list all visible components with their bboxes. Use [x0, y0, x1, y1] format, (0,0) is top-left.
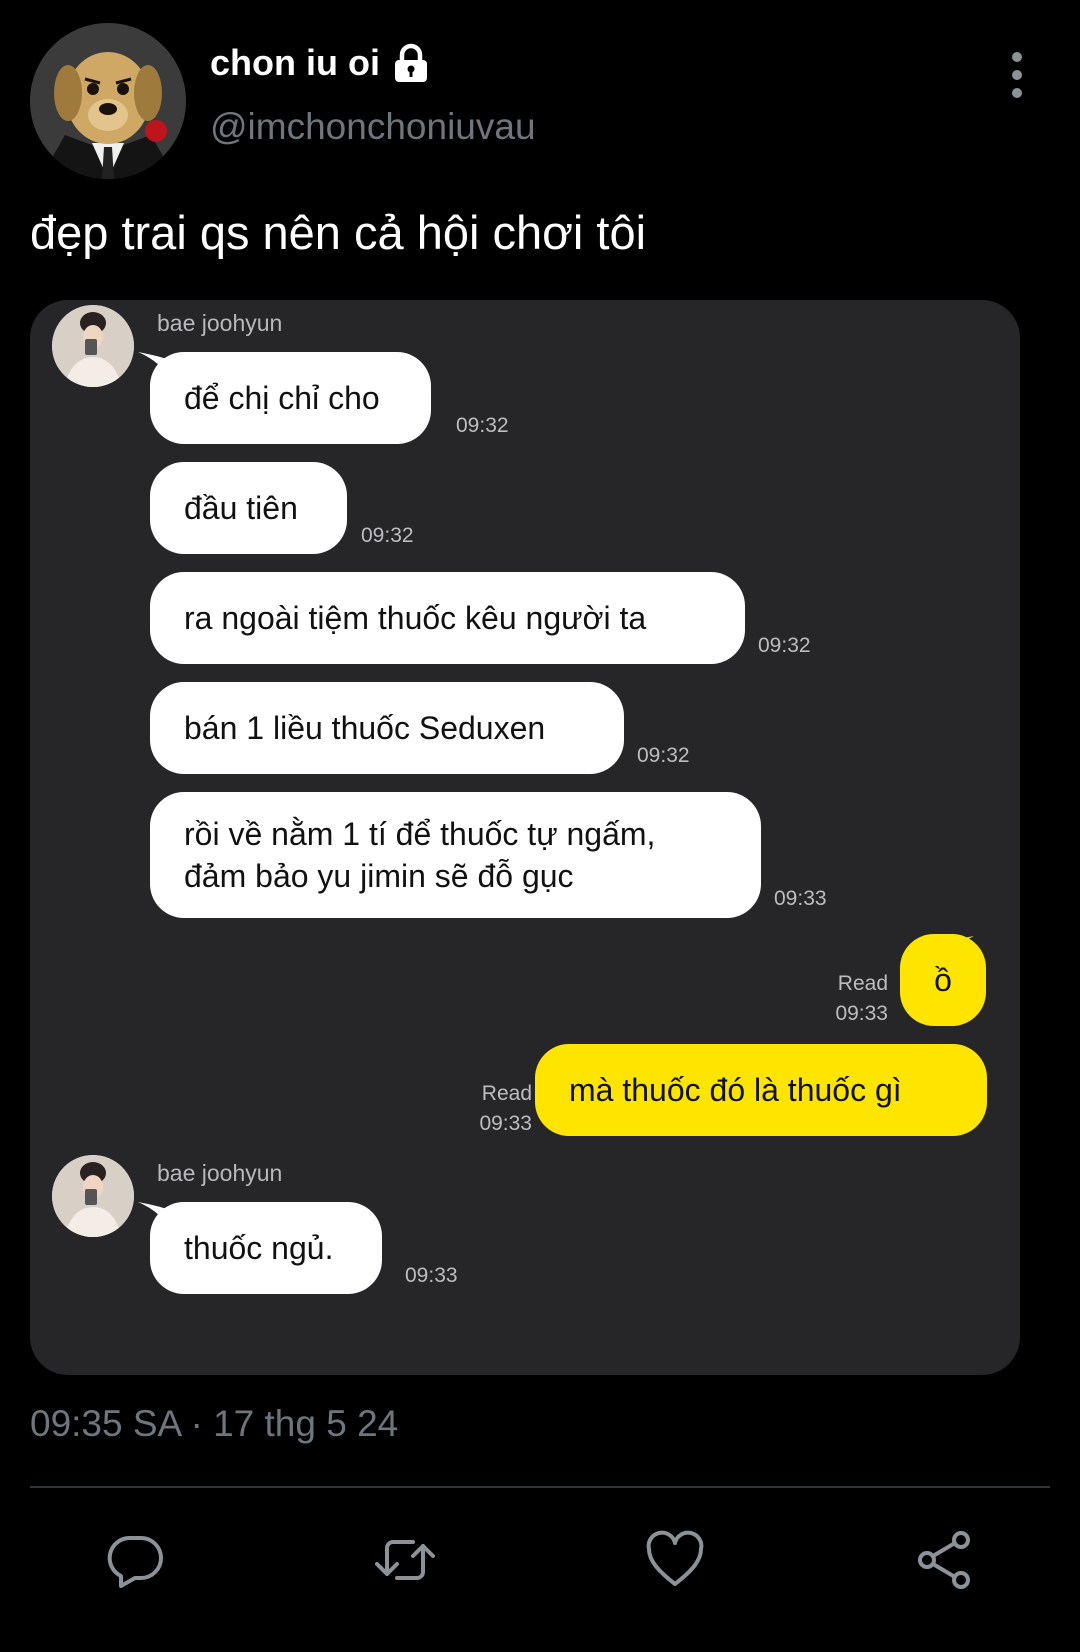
message-bubble[interactable]: đầu tiên: [150, 462, 347, 554]
message-time: 09:33: [774, 887, 827, 910]
message-time: 09:32: [758, 634, 811, 657]
message-time: 09:33: [405, 1264, 458, 1287]
read-receipt: Read 09:33: [835, 972, 888, 1025]
retweet-icon: [375, 1540, 435, 1580]
divider: [30, 1486, 1050, 1488]
read-receipt: Read 09:33: [479, 1082, 532, 1135]
message-bubble[interactable]: để chị chỉ cho: [150, 352, 431, 444]
chat-screenshot[interactable]: bae joohyun để chị chỉ cho 09:32 đầu tiê…: [30, 300, 1020, 1375]
contact-avatar: [52, 1155, 134, 1237]
sender-name: bae joohyun: [157, 310, 283, 336]
display-name[interactable]: chon iu oi: [210, 42, 432, 84]
tweet-text: đẹp trai qs nên cả hội chơi tôi: [30, 206, 647, 259]
tweet-timestamp[interactable]: 09:35 SA · 17 thg 5 24: [30, 1403, 398, 1445]
display-name-text: chon iu oi: [210, 42, 380, 83]
message-time: 09:32: [456, 414, 509, 437]
message-bubble[interactable]: thuốc ngủ.: [150, 1202, 382, 1294]
user-handle[interactable]: @imchonchoniuvau: [210, 106, 536, 148]
more-vertical-icon[interactable]: [1000, 52, 1034, 98]
share-button[interactable]: [915, 1530, 975, 1590]
my-message-bubble[interactable]: ồ: [900, 934, 986, 1026]
dog-in-suit-image: [30, 23, 186, 179]
heart-icon: [646, 1530, 704, 1586]
share-icon: [918, 1531, 970, 1589]
message-bubble[interactable]: bán 1 liều thuốc Seduxen: [150, 682, 624, 774]
message-line: đảm bảo yu jimin sẽ đỗ gục: [184, 858, 574, 894]
message-bubble[interactable]: rồi về nằm 1 tí để thuốc tự ngấm, đảm bả…: [150, 792, 761, 918]
message-time: 09:32: [361, 524, 414, 547]
like-button[interactable]: [645, 1530, 705, 1590]
message-bubble[interactable]: ra ngoài tiệm thuốc kêu người ta: [150, 572, 745, 664]
profile-avatar[interactable]: [30, 23, 186, 179]
lock-icon: [394, 43, 427, 82]
sender-name: bae joohyun: [157, 1160, 283, 1186]
retweet-button[interactable]: [375, 1530, 435, 1590]
contact-avatar: [52, 305, 134, 387]
message-line: rồi về nằm 1 tí để thuốc tự ngấm,: [184, 816, 656, 852]
reply-icon: [107, 1536, 163, 1588]
reply-button[interactable]: [105, 1530, 165, 1590]
message-time: 09:32: [637, 744, 690, 767]
my-message-bubble[interactable]: mà thuốc đó là thuốc gì: [535, 1044, 987, 1136]
